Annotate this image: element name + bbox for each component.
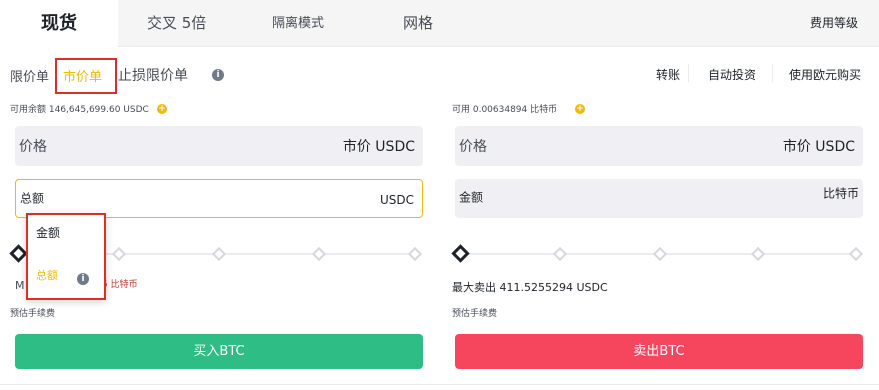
fee-level-link[interactable]: 费用等级: [810, 0, 858, 47]
sell-available-balance: 可用 0.00634894 比特币: [452, 105, 558, 115]
slider-step[interactable]: [111, 246, 127, 262]
sell-amount-field[interactable]: 金额 比特币: [455, 179, 863, 218]
slider-handle-icon[interactable]: [9, 244, 28, 263]
order-type-stop-limit[interactable]: 止损限价单: [118, 65, 188, 85]
sell-amount-unit: 比特币: [822, 186, 859, 201]
buy-max-label: M: [15, 279, 25, 292]
sell-btc-button[interactable]: 卖出BTC: [455, 334, 863, 369]
slider-step[interactable]: [750, 246, 766, 262]
slider-step[interactable]: [848, 246, 864, 262]
slider-step[interactable]: [552, 246, 568, 262]
highlight-box-market: [55, 58, 117, 94]
slider-handle-icon[interactable]: [451, 244, 470, 263]
buy-fee-estimate: 预估手续费: [10, 309, 56, 319]
sell-fee-estimate: 预估手续费: [452, 309, 498, 319]
buy-with-eur-link[interactable]: 使用欧元购买: [789, 66, 861, 83]
divider: [0, 384, 879, 385]
buy-total-label: 总额: [20, 191, 45, 206]
sell-price-value: 市价 USDC: [782, 139, 855, 155]
tab-grid[interactable]: 网格: [403, 0, 433, 47]
tab-isolated[interactable]: 隔离模式: [272, 0, 324, 47]
highlight-box-dropdown: [26, 213, 106, 300]
sell-max-amount: 最大卖出 411.5255294 USDC: [452, 281, 608, 294]
plus-icon[interactable]: +: [575, 104, 585, 114]
tab-cross-5x[interactable]: 交叉 5倍: [147, 0, 206, 47]
buy-price-value: 市价 USDC: [342, 139, 415, 155]
buy-total-unit: USDC: [379, 193, 414, 207]
plus-icon[interactable]: +: [157, 104, 167, 114]
sell-price-field[interactable]: 价格 市价 USDC: [455, 126, 863, 166]
order-type-limit[interactable]: 限价单: [10, 66, 49, 85]
buy-price-field[interactable]: 价格 市价 USDC: [15, 126, 423, 166]
buy-available-balance: 可用余额 146,645,699.60 USDC: [10, 105, 149, 115]
slider-step[interactable]: [311, 246, 327, 262]
buy-max-value: 5 比特币: [102, 280, 138, 290]
sell-price-label: 价格: [459, 139, 487, 155]
slider-step[interactable]: [407, 246, 423, 262]
trade-mode-tabbar: 现货 交叉 5倍 隔离模式 网格 费用等级: [0, 0, 879, 48]
transfer-link[interactable]: 转账: [656, 66, 680, 83]
slider-step[interactable]: [652, 246, 668, 262]
sell-amount-label: 金额: [459, 190, 484, 205]
auto-invest-link[interactable]: 自动投资: [708, 66, 756, 83]
divider: [772, 64, 773, 82]
divider: [688, 64, 689, 82]
info-icon[interactable]: i: [212, 69, 224, 81]
slider-step[interactable]: [211, 246, 227, 262]
tab-spot[interactable]: 现货: [0, 0, 118, 48]
buy-price-label: 价格: [19, 139, 47, 155]
buy-btc-button[interactable]: 买入BTC: [15, 334, 423, 369]
